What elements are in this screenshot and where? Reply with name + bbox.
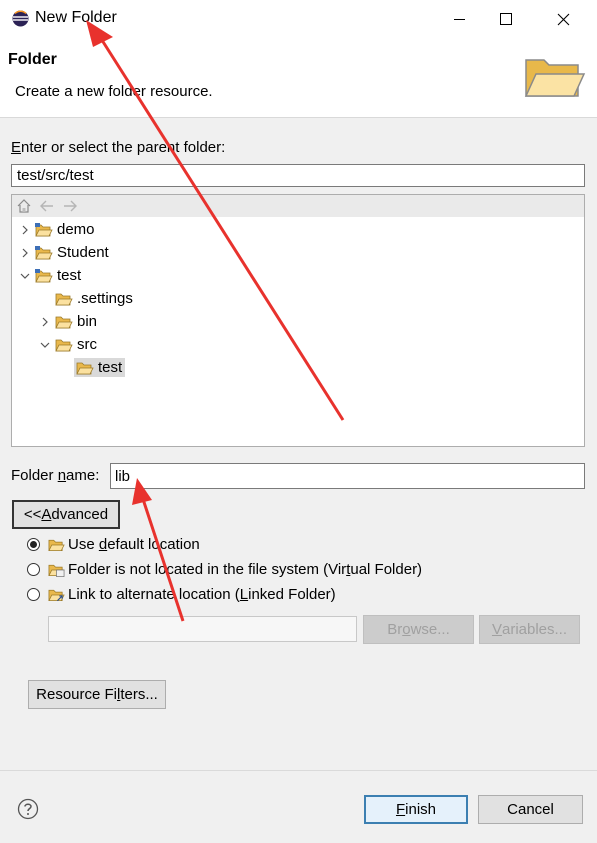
- option-label: Use default location: [68, 536, 200, 553]
- linked-location-input[interactable]: [48, 616, 357, 642]
- folder-icon: [55, 293, 73, 305]
- tree-item-test-folder-selected[interactable]: test: [12, 356, 584, 379]
- cancel-button[interactable]: Cancel: [478, 795, 583, 824]
- tree-item-label: .settings: [77, 290, 133, 307]
- browse-button[interactable]: Br o wse...: [363, 615, 474, 644]
- folder-icon: [55, 316, 73, 328]
- selection-highlight: test: [74, 358, 126, 377]
- tree-item-demo[interactable]: demo: [12, 218, 584, 241]
- folder-icon: [48, 539, 65, 551]
- chevron-right-icon[interactable]: [19, 224, 31, 236]
- forward-icon[interactable]: [62, 198, 78, 214]
- project-folder-icon: [35, 268, 53, 282]
- variables-button[interactable]: Variables...: [479, 615, 580, 644]
- tree-item-label: test: [57, 267, 82, 284]
- chevron-right-icon[interactable]: [19, 247, 31, 259]
- tree-item-bin[interactable]: bin: [12, 310, 584, 333]
- eclipse-icon: [12, 10, 29, 27]
- wizard-header: Folder Create a new folder resource.: [0, 38, 597, 118]
- tree-item-student[interactable]: Student: [12, 241, 584, 264]
- minimize-button[interactable]: [437, 0, 483, 38]
- header-title: Folder: [8, 51, 57, 68]
- maximize-icon: [500, 13, 512, 25]
- project-folder-icon: [35, 222, 53, 236]
- chevron-down-icon[interactable]: [19, 270, 31, 282]
- advanced-button[interactable]: << Advanced: [12, 500, 120, 529]
- header-description: Create a new folder resource.: [15, 83, 213, 100]
- folder-wizard-banner-icon: [524, 59, 586, 97]
- linked-folder-icon: [48, 589, 65, 601]
- project-folder-icon: [35, 245, 53, 259]
- folder-name-label: Folder name:: [11, 467, 100, 484]
- close-icon: [557, 13, 569, 25]
- folder-name-input[interactable]: [110, 463, 585, 489]
- virtual-folder-option[interactable]: Folder is not located in the file system…: [27, 561, 422, 578]
- folder-tree[interactable]: demo Student test .settings bin src test: [11, 194, 585, 447]
- title-bar: New Folder: [0, 0, 597, 38]
- tree-item-label: test: [98, 359, 123, 376]
- resource-filters-button[interactable]: Resource Fi l ters...: [28, 680, 166, 709]
- tree-item-src[interactable]: src: [12, 333, 584, 356]
- tree-item-label: src: [77, 336, 97, 353]
- tree-item-test-project[interactable]: test: [12, 264, 584, 287]
- maximize-button[interactable]: [483, 0, 529, 38]
- chevron-right-icon[interactable]: [39, 316, 51, 328]
- tree-item-label: demo: [57, 221, 95, 238]
- tree-toolbar: [12, 195, 584, 217]
- virtual-folder-icon: [48, 564, 65, 577]
- parent-folder-input[interactable]: [11, 164, 585, 187]
- option-label: Link to alternate location (Linked Folde…: [68, 586, 336, 603]
- window-title: New Folder: [35, 9, 117, 26]
- chevron-down-icon[interactable]: [39, 339, 51, 351]
- option-label: Folder is not located in the file system…: [68, 561, 423, 578]
- back-icon[interactable]: [39, 198, 55, 214]
- tree-item-label: Student: [57, 244, 109, 261]
- footer-divider: [0, 770, 597, 771]
- radio-button[interactable]: [27, 588, 40, 601]
- use-default-location-option[interactable]: Use default location: [27, 536, 200, 553]
- help-icon[interactable]: [17, 798, 39, 820]
- radio-button-selected[interactable]: [27, 538, 40, 551]
- radio-dot: [30, 541, 37, 548]
- home-icon[interactable]: [16, 198, 32, 214]
- folder-icon: [76, 362, 94, 374]
- tree-item-label: bin: [77, 313, 98, 330]
- linked-folder-option[interactable]: Link to alternate location (Linked Folde…: [27, 586, 336, 603]
- close-button[interactable]: [540, 0, 586, 38]
- folder-icon: [55, 339, 73, 351]
- parent-folder-label: Enter or select the parent folder:: [11, 139, 226, 156]
- tree-item-settings[interactable]: .settings: [12, 287, 584, 310]
- finish-button[interactable]: Finish: [364, 795, 468, 824]
- radio-button[interactable]: [27, 563, 40, 576]
- minimize-icon: [454, 19, 465, 20]
